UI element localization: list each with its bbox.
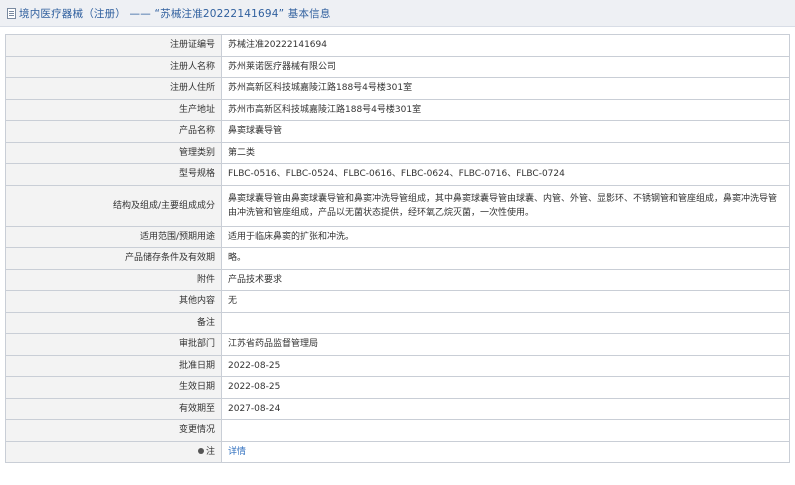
- details-link[interactable]: 详情: [228, 447, 246, 457]
- row-label: 结构及组成/主要组成成分: [5, 184, 222, 227]
- table-row: 产品名称 鼻窦球囊导管: [5, 120, 790, 143]
- row-value: 2022-08-25: [221, 376, 790, 399]
- row-value: 鼻窦球囊导管: [221, 120, 790, 143]
- table-row: 其他内容 无: [5, 290, 790, 313]
- row-label: 产品储存条件及有效期: [5, 247, 222, 270]
- row-label: 注册人住所: [5, 77, 222, 100]
- row-label: 型号规格: [5, 163, 222, 186]
- table-row: 产品储存条件及有效期 略。: [5, 247, 790, 270]
- row-value: 2027-08-24: [221, 397, 790, 420]
- row-value: [221, 311, 790, 334]
- row-label: 管理类别: [5, 141, 222, 164]
- row-label: 注: [205, 446, 215, 457]
- row-value: 江苏省药品监督管理局: [221, 333, 790, 356]
- row-label: 变更情况: [5, 419, 222, 442]
- table-row: 结构及组成/主要组成成分 鼻窦球囊导管由鼻窦球囊导管和鼻窦冲洗导管组成，其中鼻窦…: [5, 184, 790, 227]
- row-value: 适用于临床鼻窦的扩张和冲洗。: [221, 225, 790, 248]
- table-row: 变更情况: [5, 419, 790, 442]
- row-value: 第二类: [221, 141, 790, 164]
- row-value: 产品技术要求: [221, 268, 790, 291]
- table-row: 型号规格 FLBC-0516、FLBC-0524、FLBC-0616、FLBC-…: [5, 163, 790, 186]
- table-row: 批准日期 2022-08-25: [5, 354, 790, 377]
- page-header: 境内医疗器械（注册） —— “苏械注准20222141694” 基本信息: [0, 0, 795, 27]
- page-title: 境内医疗器械（注册） —— “苏械注准20222141694” 基本信息: [19, 7, 331, 20]
- row-value: 略。: [221, 247, 790, 270]
- table-row: 注册人住所 苏州高新区科技城嘉陵江路188号4号楼301室: [5, 77, 790, 100]
- row-value: 苏州高新区科技城嘉陵江路188号4号楼301室: [221, 77, 790, 100]
- note-value-cell: 详情: [221, 440, 790, 463]
- row-label: 附件: [5, 268, 222, 291]
- table-row: 适用范围/预期用途 适用于临床鼻窦的扩张和冲洗。: [5, 225, 790, 248]
- row-label: 批准日期: [5, 354, 222, 377]
- row-label: 适用范围/预期用途: [5, 225, 222, 248]
- table-row: 注册证编号 苏械注准20222141694: [5, 34, 790, 57]
- row-value: 苏州莱诺医疗器械有限公司: [221, 55, 790, 78]
- row-label: 生产地址: [5, 98, 222, 121]
- table-row: 有效期至 2027-08-24: [5, 397, 790, 420]
- row-label: 备注: [5, 311, 222, 334]
- row-label: 审批部门: [5, 333, 222, 356]
- row-value: FLBC-0516、FLBC-0524、FLBC-0616、FLBC-0624、…: [221, 163, 790, 186]
- row-value: 鼻窦球囊导管由鼻窦球囊导管和鼻窦冲洗导管组成，其中鼻窦球囊导管由球囊、内管、外管…: [221, 184, 790, 227]
- table-row: 管理类别 第二类: [5, 141, 790, 164]
- row-label: 生效日期: [5, 376, 222, 399]
- note-label-cell: 注: [5, 440, 222, 463]
- row-label: 其他内容: [5, 290, 222, 313]
- table-row: 生效日期 2022-08-25: [5, 376, 790, 399]
- bullet-icon: [197, 448, 204, 455]
- table-row: 注册人名称 苏州莱诺医疗器械有限公司: [5, 55, 790, 78]
- registration-detail-table: 注册证编号 苏械注准20222141694 注册人名称 苏州莱诺医疗器械有限公司…: [5, 34, 790, 463]
- table-row: 备注: [5, 311, 790, 334]
- table-row: 注 详情: [5, 440, 790, 463]
- row-label: 产品名称: [5, 120, 222, 143]
- table-row: 附件 产品技术要求: [5, 268, 790, 291]
- row-value: [221, 419, 790, 442]
- row-label: 注册人名称: [5, 55, 222, 78]
- table-row: 生产地址 苏州市高新区科技城嘉陵江路188号4号楼301室: [5, 98, 790, 121]
- document-icon: [7, 7, 16, 19]
- row-label: 注册证编号: [5, 34, 222, 57]
- row-value: 苏械注准20222141694: [221, 34, 790, 57]
- row-value: 无: [221, 290, 790, 313]
- row-value: 苏州市高新区科技城嘉陵江路188号4号楼301室: [221, 98, 790, 121]
- row-label: 有效期至: [5, 397, 222, 420]
- table-row: 审批部门 江苏省药品监督管理局: [5, 333, 790, 356]
- row-value: 2022-08-25: [221, 354, 790, 377]
